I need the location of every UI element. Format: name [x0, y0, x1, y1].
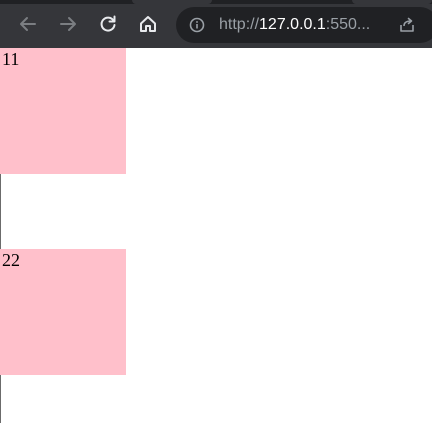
tab-strip — [0, 0, 432, 4]
home-button[interactable] — [136, 12, 160, 36]
url-host: 127.0.0.1 — [259, 16, 326, 33]
browser-toolbar: http://127.0.0.1:550... — [0, 0, 432, 48]
url-text[interactable]: http://127.0.0.1:550... — [219, 15, 370, 35]
home-icon — [140, 16, 156, 32]
address-bar[interactable]: http://127.0.0.1:550... — [176, 7, 432, 43]
reload-icon — [100, 15, 116, 32]
share-icon[interactable] — [398, 16, 416, 34]
forward-button[interactable] — [56, 12, 80, 36]
browser-tab[interactable] — [132, 0, 212, 4]
back-button[interactable] — [16, 12, 40, 36]
page-viewport: 11 22 — [0, 48, 432, 423]
arrow-right-icon — [60, 17, 76, 31]
browser-tab[interactable] — [352, 0, 432, 4]
arrow-left-icon — [20, 17, 36, 31]
pink-box: 11 — [0, 48, 126, 174]
reload-button[interactable] — [96, 12, 120, 36]
url-port: :550... — [325, 16, 371, 33]
url-scheme: http:// — [219, 16, 260, 33]
info-icon[interactable] — [189, 17, 205, 33]
pink-box: 22 — [0, 249, 126, 375]
